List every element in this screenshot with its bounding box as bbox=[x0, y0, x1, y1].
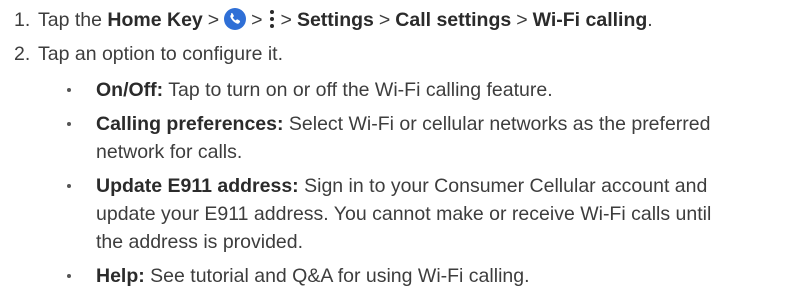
option-description-continued: update your E911 address. You cannot mak… bbox=[96, 203, 712, 225]
home-key-label: Home Key bbox=[107, 9, 203, 31]
step-2-text: Tap an option to configure it. bbox=[38, 43, 283, 65]
instructions-document: 1. Tap the Home Key > > > Settings > Call sett… bbox=[0, 0, 796, 293]
sentence-end: . bbox=[647, 9, 653, 31]
step-1-text: Tap the Home Key > > > Settings > Call setting… bbox=[38, 6, 653, 34]
step-number: 1. bbox=[14, 9, 31, 31]
more-options-icon bbox=[268, 9, 276, 29]
bullet-icon bbox=[67, 88, 71, 92]
option-description: Select Wi-Fi or cellular networks as the… bbox=[288, 113, 711, 135]
option-text: Update E911 address: Sign in to your Con… bbox=[96, 172, 788, 256]
option-label: Help: bbox=[96, 265, 145, 287]
phone-app-icon bbox=[224, 8, 247, 30]
option-description-continued: network for calls. bbox=[96, 141, 243, 163]
step-1-tap-text: Tap the bbox=[38, 9, 102, 31]
option-description: Sign in to your Consumer Cellular accoun… bbox=[304, 175, 708, 197]
option-text: On/Off: Tap to turn on or off the Wi-Fi … bbox=[96, 76, 788, 104]
wifi-calling-label: Wi-Fi calling bbox=[532, 9, 648, 31]
option-text: Calling preferences: Select Wi-Fi or cel… bbox=[96, 110, 788, 166]
path-separator: > bbox=[378, 9, 391, 31]
settings-label: Settings bbox=[296, 9, 374, 31]
option-label: Update E911 address: bbox=[96, 175, 299, 197]
option-label: Calling preferences: bbox=[96, 113, 284, 135]
bullet-icon bbox=[67, 122, 71, 126]
path-separator: > bbox=[516, 9, 528, 31]
call-settings-label: Call settings bbox=[395, 9, 512, 31]
path-separator: > bbox=[251, 9, 263, 31]
option-text: Help: See tutorial and Q&A for using Wi-… bbox=[96, 262, 788, 290]
path-separator: > bbox=[280, 9, 292, 31]
bullet-icon bbox=[67, 184, 71, 188]
option-description-continued: the address is provided. bbox=[96, 231, 304, 253]
step-number: 2. bbox=[14, 43, 31, 65]
path-separator: > bbox=[207, 9, 220, 31]
option-label: On/Off: bbox=[96, 79, 164, 101]
option-description: See tutorial and Q&A for using Wi-Fi cal… bbox=[150, 265, 530, 287]
option-description: Tap to turn on or off the Wi-Fi calling … bbox=[168, 79, 553, 101]
bullet-icon bbox=[67, 274, 71, 278]
